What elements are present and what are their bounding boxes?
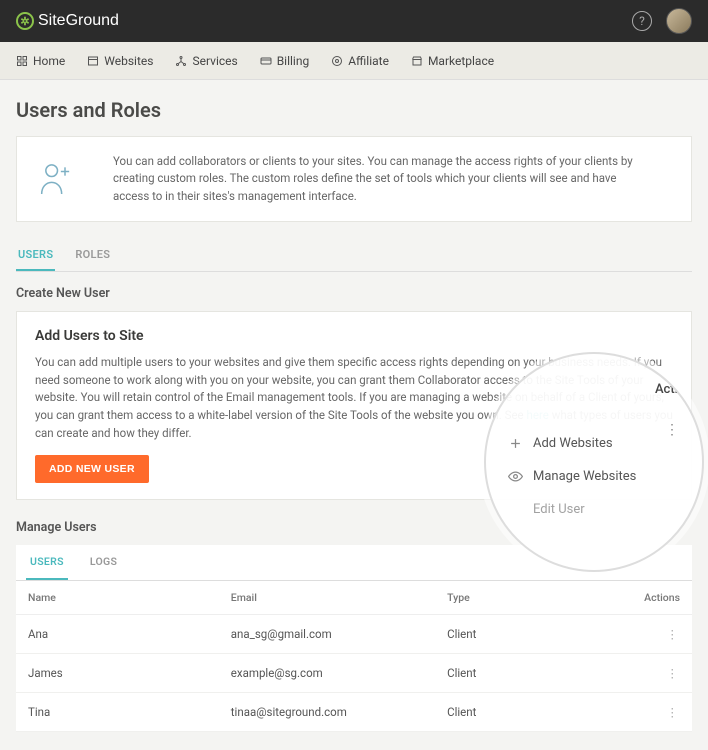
- help-icon[interactable]: ?: [632, 11, 652, 31]
- intro-card: You can add collaborators or clients to …: [16, 136, 692, 222]
- brand-mark-icon: ✲: [16, 12, 34, 30]
- nav-billing-label: Billing: [277, 54, 310, 68]
- link-icon: [331, 55, 343, 67]
- table-row: Ana ana_sg@gmail.com Client ⋮: [16, 614, 692, 653]
- nav-billing[interactable]: Billing: [260, 54, 310, 68]
- brand-logo[interactable]: ✲ SiteGround: [16, 12, 119, 30]
- col-type: Type: [435, 581, 624, 615]
- add-users-body: You can add multiple users to your websi…: [35, 354, 673, 443]
- cell-type: Client: [435, 692, 624, 731]
- intro-text: You can add collaborators or clients to …: [113, 153, 653, 205]
- network-icon: [175, 55, 187, 67]
- cell-type: Client: [435, 614, 624, 653]
- row-actions-button[interactable]: ⋮: [624, 653, 692, 692]
- cell-name: James: [16, 653, 219, 692]
- manage-subtabs: USERS LOGS: [16, 545, 692, 581]
- table-row: James example@sg.com Client ⋮: [16, 653, 692, 692]
- subtab-logs[interactable]: LOGS: [86, 545, 121, 580]
- table-row: Tina tinaa@siteground.com Client ⋮: [16, 692, 692, 731]
- nav-services-label: Services: [192, 54, 237, 68]
- nav-websites-label: Websites: [104, 54, 153, 68]
- section-create-label: Create New User: [16, 286, 692, 301]
- nav-affiliate-label: Affiliate: [348, 54, 389, 68]
- main-nav: Home Websites Services Billing Affiliate…: [0, 42, 708, 80]
- topbar: ✲ SiteGround ?: [0, 0, 708, 42]
- nav-marketplace-label: Marketplace: [428, 54, 494, 68]
- nav-affiliate[interactable]: Affiliate: [331, 54, 389, 68]
- tab-roles[interactable]: ROLES: [73, 240, 112, 271]
- add-users-link[interactable]: here: [527, 408, 549, 422]
- user-plus-icon: [35, 159, 75, 199]
- nav-marketplace[interactable]: Marketplace: [411, 54, 494, 68]
- row-actions-button[interactable]: ⋮: [624, 614, 692, 653]
- avatar[interactable]: [666, 8, 692, 34]
- nav-home[interactable]: Home: [16, 54, 65, 68]
- nav-home-label: Home: [33, 54, 65, 68]
- subtab-users[interactable]: USERS: [26, 545, 68, 580]
- cell-name: Ana: [16, 614, 219, 653]
- cell-email: example@sg.com: [219, 653, 435, 692]
- cell-type: Client: [435, 653, 624, 692]
- row-actions-button[interactable]: ⋮: [624, 692, 692, 731]
- brand-name: SiteGround: [38, 12, 119, 30]
- tab-users[interactable]: USERS: [16, 240, 55, 271]
- grid-icon: [16, 55, 28, 67]
- add-new-user-button[interactable]: ADD NEW USER: [35, 455, 149, 483]
- page-title: Users and Roles: [16, 98, 692, 122]
- cell-name: Tina: [16, 692, 219, 731]
- add-users-card: Add Users to Site You can add multiple u…: [16, 311, 692, 500]
- col-name: Name: [16, 581, 219, 615]
- nav-websites[interactable]: Websites: [87, 54, 153, 68]
- section-manage-label: Manage Users: [16, 520, 692, 535]
- primary-tabs: USERS ROLES: [16, 240, 692, 272]
- cell-email: tinaa@siteground.com: [219, 692, 435, 731]
- card-icon: [260, 55, 272, 67]
- cell-email: ana_sg@gmail.com: [219, 614, 435, 653]
- window-icon: [87, 55, 99, 67]
- store-icon: [411, 55, 423, 67]
- col-email: Email: [219, 581, 435, 615]
- nav-services[interactable]: Services: [175, 54, 237, 68]
- add-users-title: Add Users to Site: [35, 328, 673, 344]
- users-table: Name Email Type Actions Ana ana_sg@gmail…: [16, 581, 692, 732]
- col-actions: Actions: [624, 581, 692, 615]
